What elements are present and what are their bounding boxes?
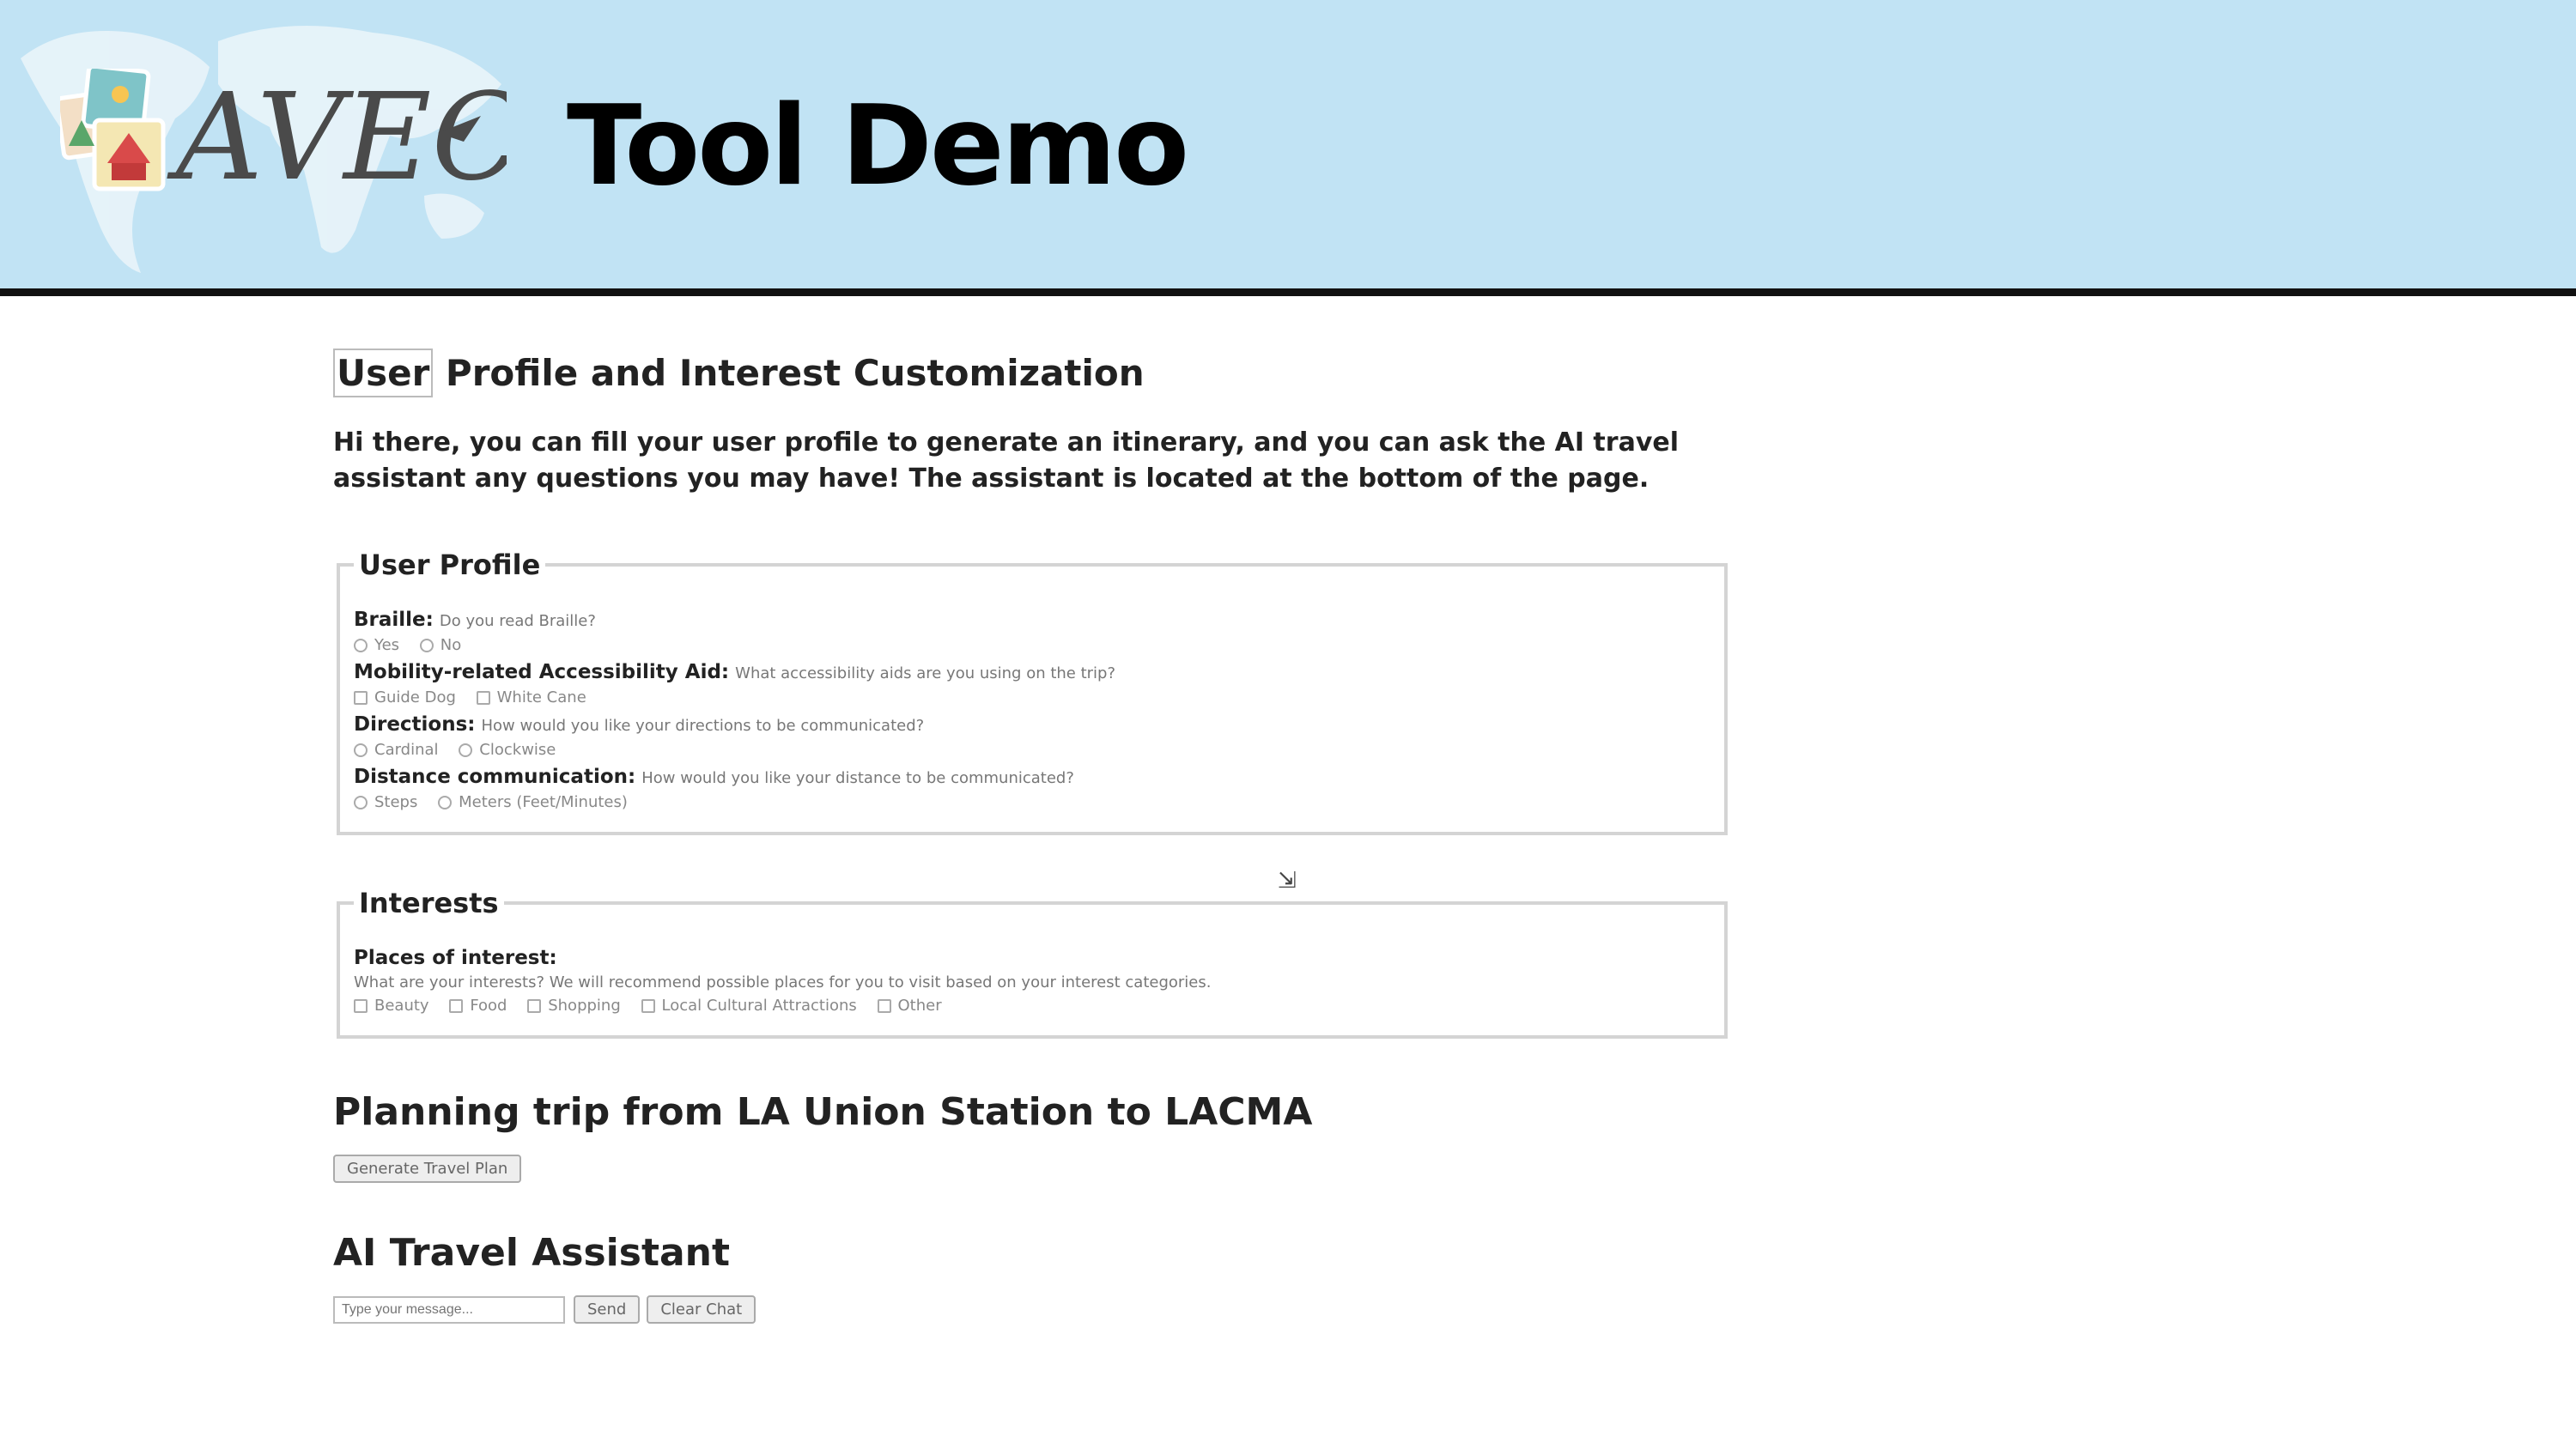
option-label: Clockwise bbox=[479, 741, 556, 759]
checkbox-icon[interactable] bbox=[476, 691, 490, 705]
distance-options: Steps Meters (Feet/Minutes) bbox=[354, 791, 1710, 815]
checkbox-icon[interactable] bbox=[877, 999, 891, 1013]
chat-input[interactable] bbox=[333, 1295, 565, 1324]
user-profile-legend: User Profile bbox=[359, 549, 541, 581]
avec-logo-icon: AVEC bbox=[60, 69, 507, 206]
option-label: Other bbox=[897, 997, 942, 1015]
header-banner: AVEC Tool Demo bbox=[0, 0, 2576, 296]
interests-question: Places of interest: bbox=[354, 945, 1710, 972]
trip-heading: Planning trip from LA Union Station to L… bbox=[333, 1090, 1313, 1134]
checkbox-icon[interactable] bbox=[354, 999, 368, 1013]
chat-row: Send Clear Chat bbox=[333, 1295, 1741, 1324]
interests-prompt: What are your interests? We will recomme… bbox=[354, 973, 1212, 991]
mobility-options: Guide Dog White Cane bbox=[354, 686, 1710, 710]
option-label: Yes bbox=[374, 636, 400, 654]
user-profile-fieldset: User Profile Braille: Do you read Braill… bbox=[337, 549, 1728, 835]
profile-heading: User Profile and Interest Customization bbox=[333, 349, 1741, 397]
radio-icon[interactable] bbox=[354, 743, 368, 757]
question-label: Distance communication: bbox=[354, 766, 636, 788]
distance-question: Distance communication: How would you li… bbox=[354, 764, 1710, 791]
option-label: White Cane bbox=[496, 688, 586, 706]
interests-fieldset: Interests Places of interest: What are y… bbox=[337, 887, 1728, 1039]
profile-heading-first: User bbox=[333, 349, 434, 397]
question-prompt: How would you like your distance to be c… bbox=[641, 769, 1074, 787]
send-button[interactable]: Send bbox=[574, 1295, 641, 1324]
braille-question: Braille: Do you read Braille? bbox=[354, 607, 1710, 634]
radio-icon[interactable] bbox=[354, 639, 368, 652]
checkbox-option[interactable]: White Cane bbox=[476, 686, 586, 710]
radio-option[interactable]: Meters (Feet/Minutes) bbox=[438, 791, 628, 815]
option-label: Meters (Feet/Minutes) bbox=[459, 793, 628, 811]
question-prompt: What accessibility aids are you using on… bbox=[735, 664, 1116, 682]
intro-text: Hi there, you can fill your user profile… bbox=[333, 427, 1680, 494]
checkbox-icon[interactable] bbox=[449, 999, 464, 1013]
question-label: Braille: bbox=[354, 609, 434, 631]
generate-plan-button[interactable]: Generate Travel Plan bbox=[333, 1155, 522, 1183]
radio-option[interactable]: Clockwise bbox=[459, 738, 556, 762]
checkbox-option[interactable]: Other bbox=[877, 994, 942, 1018]
question-label: Mobility-related Accessibility Aid: bbox=[354, 661, 730, 683]
option-label: Food bbox=[470, 997, 507, 1015]
directions-question: Directions: How would you like your dire… bbox=[354, 712, 1710, 738]
radio-icon[interactable] bbox=[419, 639, 434, 652]
option-label: Steps bbox=[374, 793, 418, 811]
option-label: Beauty bbox=[374, 997, 429, 1015]
mobility-question: Mobility-related Accessibility Aid: What… bbox=[354, 659, 1710, 686]
option-label: No bbox=[440, 636, 462, 654]
profile-heading-rest: Profile and Interest Customization bbox=[433, 352, 1145, 394]
radio-option[interactable]: Cardinal bbox=[354, 738, 439, 762]
radio-option[interactable]: Yes bbox=[354, 634, 399, 658]
interests-options: Beauty Food Shopping Local Cultural Attr… bbox=[354, 994, 1710, 1018]
checkbox-icon[interactable] bbox=[527, 999, 542, 1013]
directions-options: Cardinal Clockwise bbox=[354, 738, 1710, 762]
question-prompt: Do you read Braille? bbox=[439, 612, 596, 630]
option-label: Guide Dog bbox=[374, 688, 456, 706]
question-label: Places of interest: bbox=[354, 947, 557, 969]
interests-legend: Interests bbox=[359, 887, 499, 919]
mouse-cursor-icon: ⇲ bbox=[1278, 867, 1297, 893]
checkbox-option[interactable]: Shopping bbox=[527, 994, 621, 1018]
radio-option[interactable]: No bbox=[419, 634, 462, 658]
assistant-heading: AI Travel Assistant bbox=[333, 1231, 731, 1275]
option-label: Local Cultural Attractions bbox=[661, 997, 857, 1015]
option-label: Cardinal bbox=[374, 741, 439, 759]
radio-icon[interactable] bbox=[354, 796, 368, 809]
option-label: Shopping bbox=[548, 997, 621, 1015]
checkbox-option[interactable]: Guide Dog bbox=[354, 686, 456, 710]
question-prompt: How would you like your directions to be… bbox=[481, 717, 925, 735]
checkbox-option[interactable]: Local Cultural Attractions bbox=[641, 994, 857, 1018]
checkbox-icon[interactable] bbox=[641, 999, 655, 1013]
radio-icon[interactable] bbox=[459, 743, 473, 757]
checkbox-option[interactable]: Beauty bbox=[354, 994, 429, 1018]
radio-icon[interactable] bbox=[438, 796, 453, 809]
checkbox-icon[interactable] bbox=[354, 691, 368, 705]
app-screenshot: User Profile and Interest Customization … bbox=[333, 343, 1741, 1324]
braille-options: Yes No bbox=[354, 634, 1710, 658]
question-label: Directions: bbox=[354, 713, 476, 736]
page-title: Tool Demo bbox=[567, 82, 1189, 210]
clear-chat-button[interactable]: Clear Chat bbox=[647, 1295, 756, 1324]
radio-option[interactable]: Steps bbox=[354, 791, 417, 815]
checkbox-option[interactable]: Food bbox=[449, 994, 507, 1018]
